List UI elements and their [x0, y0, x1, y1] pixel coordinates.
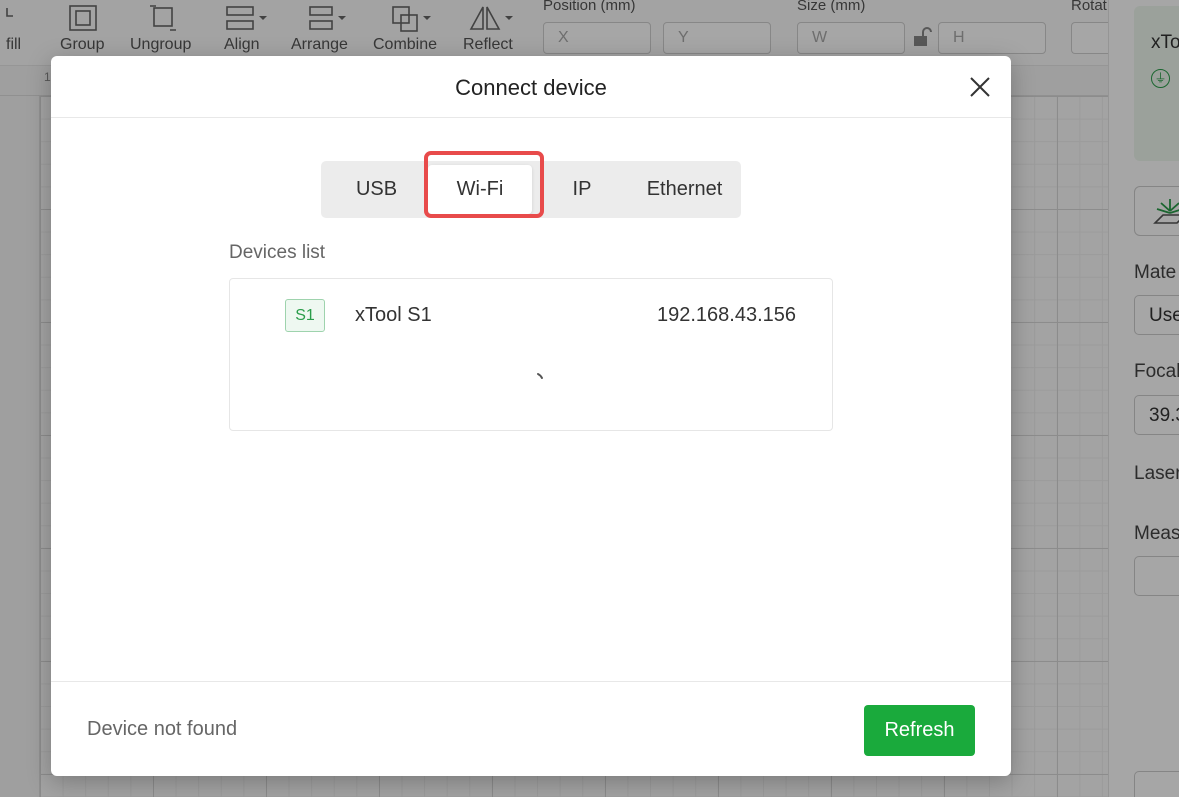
connect-device-dialog: Connect device USB Wi-Fi IP Ethernet Dev… — [51, 56, 1011, 776]
device-name: xTool S1 — [355, 304, 432, 326]
device-ip: 192.168.43.156 — [656, 304, 796, 326]
device-row[interactable]: S1 xTool S1 192.168.43.156 — [230, 279, 832, 354]
dialog-footer: Device not found Refresh — [51, 681, 1011, 776]
tab-usb[interactable]: USB — [325, 165, 428, 214]
dialog-title: Connect device — [455, 75, 607, 100]
close-icon — [970, 77, 990, 97]
tab-ethernet[interactable]: Ethernet — [632, 165, 737, 214]
loading-spinner-icon — [537, 373, 543, 379]
devices-list-label: Devices list — [229, 242, 326, 263]
device-model-badge: S1 — [285, 299, 325, 332]
close-button[interactable] — [964, 71, 996, 103]
tab-ip[interactable]: IP — [532, 165, 632, 214]
devices-list: S1 xTool S1 192.168.43.156 — [229, 278, 833, 431]
refresh-button[interactable]: Refresh — [864, 705, 975, 756]
tab-wifi[interactable]: Wi-Fi — [428, 165, 532, 214]
status-text: Device not found — [87, 718, 238, 740]
dialog-header: Connect device — [51, 56, 1011, 118]
connection-tabs: USB Wi-Fi IP Ethernet — [321, 161, 741, 218]
